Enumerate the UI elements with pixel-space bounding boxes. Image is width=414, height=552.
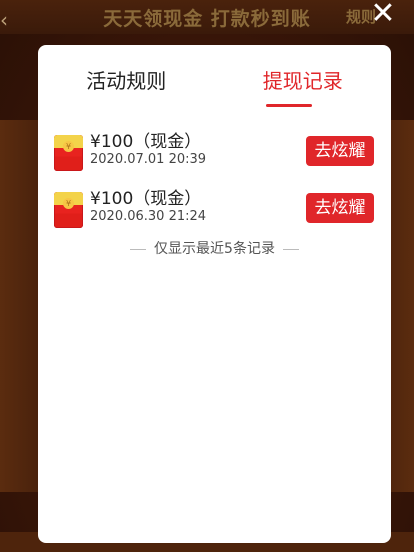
show-off-button[interactable]: 去炫耀 <box>306 136 374 166</box>
record-time: 2020.06.30 21:24 <box>90 209 207 224</box>
background-decoration-left <box>0 120 38 492</box>
divider-right <box>282 248 299 250</box>
modal-tabs: 活动规则 提现记录 <box>38 45 391 121</box>
record-amount: ¥100（现金） <box>90 132 202 152</box>
tab-withdraw-records[interactable]: 提现记录 <box>215 45 392 121</box>
withdraw-records-modal: 活动规则 提现记录 ¥ ¥100（现金） 2020.07.01 20:39 去炫… <box>38 45 391 543</box>
red-envelope-icon: ¥ <box>54 192 83 228</box>
record-amount: ¥100（现金） <box>90 189 202 209</box>
withdraw-record-item: ¥ ¥100（现金） 2020.07.01 20:39 去炫耀 <box>54 129 376 179</box>
red-envelope-icon: ¥ <box>54 135 83 171</box>
close-icon[interactable]: ✕ <box>366 0 400 29</box>
withdraw-record-item: ¥ ¥100（现金） 2020.06.30 21:24 去炫耀 <box>54 186 376 236</box>
active-tab-indicator <box>266 104 312 107</box>
divider-left <box>130 248 147 250</box>
records-limit-note: 仅显示最近5条记录 <box>38 238 391 258</box>
tab-activity-rules[interactable]: 活动规则 <box>38 45 215 121</box>
records-limit-text: 仅显示最近5条记录 <box>154 241 275 257</box>
record-time: 2020.07.01 20:39 <box>90 152 207 167</box>
show-off-button[interactable]: 去炫耀 <box>306 193 374 223</box>
